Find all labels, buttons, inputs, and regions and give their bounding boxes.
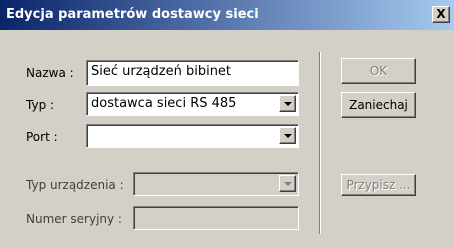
name-input-value: Sieć urządzeń bibinet bbox=[91, 64, 232, 79]
close-icon[interactable]: X bbox=[432, 6, 450, 23]
chevron-down-icon[interactable] bbox=[279, 127, 296, 144]
type-label: Typ : bbox=[26, 98, 55, 112]
name-label: Nazwa : bbox=[26, 66, 74, 80]
dialog-window: Edycja parametrów dostawcy sieci X Nazwa… bbox=[0, 0, 454, 248]
serial-input[interactable] bbox=[133, 206, 299, 230]
type-select[interactable]: dostawca sieci RS 485 bbox=[86, 92, 299, 116]
port-select[interactable] bbox=[86, 124, 299, 148]
title-bar: Edycja parametrów dostawcy sieci X bbox=[0, 0, 454, 30]
cancel-button[interactable]: Zaniechaj bbox=[341, 92, 416, 118]
chevron-down-icon[interactable] bbox=[279, 175, 296, 192]
serial-label: Numer seryjny : bbox=[26, 212, 122, 226]
dialog-title: Edycja parametrów dostawcy sieci bbox=[6, 7, 259, 22]
chevron-down-icon[interactable] bbox=[279, 95, 296, 112]
vertical-divider bbox=[319, 52, 321, 234]
device-type-label: Typ urządzenia : bbox=[26, 178, 124, 192]
port-label: Port : bbox=[26, 130, 58, 144]
type-select-value: dostawca sieci RS 485 bbox=[91, 96, 237, 111]
assign-button[interactable]: Przypisz ... bbox=[341, 174, 416, 196]
ok-button[interactable]: OK bbox=[341, 58, 416, 84]
device-type-select[interactable] bbox=[133, 172, 299, 196]
name-input[interactable]: Sieć urządzeń bibinet bbox=[86, 60, 299, 86]
